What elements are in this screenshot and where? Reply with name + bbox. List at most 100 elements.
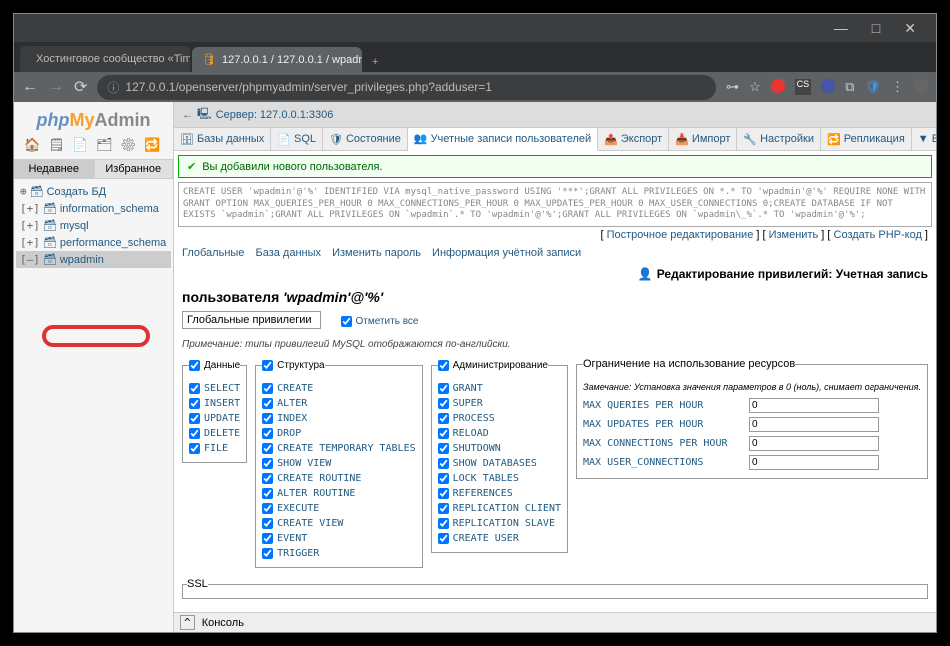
server-link[interactable]: Сервер: 127.0.0.1:3306 [216, 109, 334, 121]
priv-references[interactable]: REFERENCES [438, 486, 561, 501]
priv-create-user[interactable]: CREATE USER [438, 531, 561, 546]
nav-tab-5[interactable]: 📥Импорт [669, 128, 737, 150]
console-expand-icon[interactable]: ^ [180, 615, 195, 630]
ext-icon-layers[interactable]: ⧉ [845, 79, 854, 95]
priv-delete[interactable]: DELETE [189, 426, 240, 441]
pma-logo[interactable]: phpMyAdmin [14, 106, 173, 135]
db-tree-item-1[interactable]: [+] 🗃 information_schema [16, 200, 171, 217]
priv-file[interactable]: FILE [189, 441, 240, 456]
browser-tab-1[interactable]: 🛢 127.0.0.1 / 127.0.0.1 / wpadmin | ✕ [192, 47, 362, 72]
priv-checkbox[interactable] [438, 503, 449, 514]
tree-expand-icon[interactable]: [+] [20, 219, 40, 232]
nav-tab-1[interactable]: 📄SQL [271, 128, 323, 150]
reload-button[interactable]: ⟳ [74, 77, 87, 97]
priv-reload[interactable]: RELOAD [438, 426, 561, 441]
priv-show-databases[interactable]: SHOW DATABASES [438, 456, 561, 471]
priv-insert[interactable]: INSERT [189, 396, 240, 411]
priv-checkbox[interactable] [189, 383, 200, 394]
priv-process[interactable]: PROCESS [438, 411, 561, 426]
priv-checkbox[interactable] [262, 533, 273, 544]
new-tab-button[interactable]: + [364, 52, 386, 72]
priv-checkbox[interactable] [262, 488, 273, 499]
priv-checkbox[interactable] [262, 458, 273, 469]
sub-tab-2[interactable]: Изменить пароль [332, 247, 421, 259]
priv-checkbox[interactable] [438, 443, 449, 454]
db-tree-item-2[interactable]: [+] 🗃 mysql [16, 217, 171, 234]
sub-tab-3[interactable]: Информация учётной записи [432, 247, 581, 259]
nav-tab-8[interactable]: ▼Ещё [912, 128, 936, 150]
nav-tab-0[interactable]: 🗄Базы данных [174, 128, 271, 150]
priv-checkbox[interactable] [438, 533, 449, 544]
sql-php-link[interactable]: Создать PHP-код [834, 229, 922, 241]
priv-col-header-admin[interactable]: Администрирование [438, 358, 548, 373]
sidebar-tab-recent[interactable]: Недавнее [14, 159, 94, 179]
priv-checkbox[interactable] [262, 443, 273, 454]
window-close[interactable]: ✕ [904, 20, 916, 37]
priv-replication-client[interactable]: REPLICATION CLIENT [438, 501, 561, 516]
priv-checkbox[interactable] [438, 428, 449, 439]
key-icon[interactable]: ⊶ [726, 79, 739, 95]
nav-tab-2[interactable]: 🛡Состояние [323, 128, 408, 150]
priv-select[interactable]: SELECT [189, 381, 240, 396]
priv-grant[interactable]: GRANT [438, 381, 561, 396]
priv-create-temporary-tables[interactable]: CREATE TEMPORARY TABLES [262, 441, 415, 456]
priv-alter-routine[interactable]: ALTER ROUTINE [262, 486, 415, 501]
console-bar[interactable]: ^ Консоль [174, 612, 936, 632]
sql-edit-link[interactable]: Изменить [769, 229, 819, 241]
priv-checkbox[interactable] [438, 383, 449, 394]
priv-checkbox[interactable] [189, 413, 200, 424]
priv-super[interactable]: SUPER [438, 396, 561, 411]
priv-trigger[interactable]: TRIGGER [262, 546, 415, 561]
db-tree-item-3[interactable]: [+] 🗃 performance_schema [16, 234, 171, 251]
address-bar[interactable]: ⓘ 127.0.0.1/openserver/phpmyadmin/server… [97, 75, 716, 100]
ext-icon-cs[interactable]: CS [795, 79, 812, 95]
sidebar-quick-icons[interactable]: 🏠 🗒 📄 🗂 ⚙ 🔁 [14, 135, 173, 159]
priv-checkbox[interactable] [189, 398, 200, 409]
db-tree-item-4[interactable]: [–] 🗃 wpadmin [16, 251, 171, 268]
sub-tab-0[interactable]: Глобальные [182, 247, 244, 259]
priv-create-routine[interactable]: CREATE ROUTINE [262, 471, 415, 486]
tree-expand-icon[interactable]: [+] [20, 236, 40, 249]
ext-icon-shield[interactable]: 🛡 [864, 79, 881, 95]
check-all[interactable]: Отметить все [341, 314, 419, 329]
priv-checkbox[interactable] [262, 548, 273, 559]
nav-tab-6[interactable]: 🔧Настройки [737, 128, 821, 150]
priv-replication-slave[interactable]: REPLICATION SLAVE [438, 516, 561, 531]
priv-event[interactable]: EVENT [262, 531, 415, 546]
priv-shutdown[interactable]: SHUTDOWN [438, 441, 561, 456]
priv-checkbox[interactable] [262, 413, 273, 424]
priv-checkbox[interactable] [262, 398, 273, 409]
priv-index[interactable]: INDEX [262, 411, 415, 426]
nav-tab-7[interactable]: 🔁Репликация [821, 128, 912, 150]
sql-inline-link[interactable]: Построчное редактирование [607, 229, 754, 241]
priv-create[interactable]: CREATE [262, 381, 415, 396]
check-all-checkbox[interactable] [341, 316, 352, 327]
priv-lock-tables[interactable]: LOCK TABLES [438, 471, 561, 486]
window-minimize[interactable]: — [834, 20, 848, 36]
priv-checkbox[interactable] [438, 473, 449, 484]
sub-tab-1[interactable]: База данных [255, 247, 321, 259]
priv-checkbox[interactable] [438, 488, 449, 499]
priv-show-view[interactable]: SHOW VIEW [262, 456, 415, 471]
res-input[interactable] [749, 436, 879, 451]
back-button[interactable]: ← [22, 78, 38, 96]
site-info-icon[interactable]: ⓘ [107, 79, 119, 96]
profile-avatar[interactable] [914, 79, 928, 93]
ext-icon-blue[interactable] [821, 79, 835, 93]
priv-checkbox[interactable] [262, 473, 273, 484]
priv-col-header-data[interactable]: Данные [189, 358, 240, 373]
priv-alter[interactable]: ALTER [262, 396, 415, 411]
window-maximize[interactable]: □ [872, 20, 880, 36]
priv-checkbox[interactable] [262, 518, 273, 529]
db-tree-item-0[interactable]: ⊕ 🗃 Создать БД [16, 183, 171, 200]
browser-tab-0[interactable]: Хостинговое сообщество «Time ✕ [20, 46, 190, 72]
sidebar-tab-favorites[interactable]: Избранное [94, 159, 174, 179]
priv-checkbox[interactable] [189, 443, 200, 454]
nav-tab-3[interactable]: 👥Учетные записи пользователей [408, 128, 598, 151]
res-input[interactable] [749, 398, 879, 413]
priv-checkbox[interactable] [438, 458, 449, 469]
priv-create-view[interactable]: CREATE VIEW [262, 516, 415, 531]
priv-update[interactable]: UPDATE [189, 411, 240, 426]
menu-icon[interactable]: ⋮ [891, 79, 904, 95]
forward-button[interactable]: → [48, 78, 64, 96]
